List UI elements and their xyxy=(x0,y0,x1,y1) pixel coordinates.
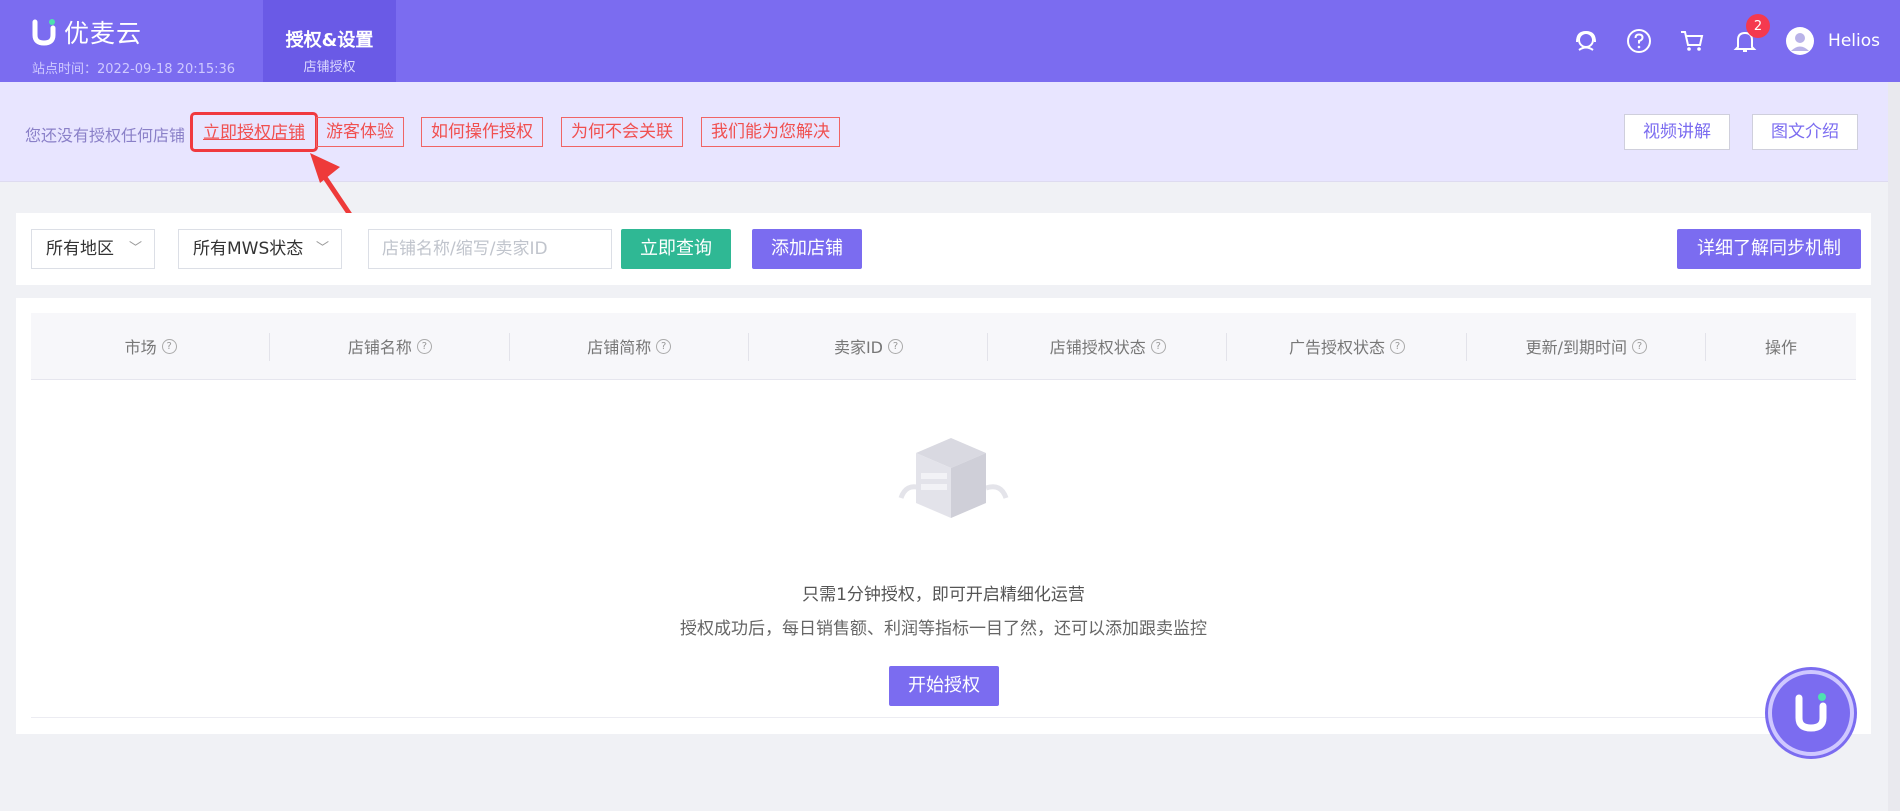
brand-area[interactable]: 优麦云 站点时间：2022-09-18 20:15:36 xyxy=(0,0,263,82)
brand-logo-icon xyxy=(1795,693,1827,732)
bell-icon[interactable]: 2 xyxy=(1732,14,1771,54)
column-ad-auth-status: 广告授权状态? xyxy=(1227,313,1467,379)
help-icon[interactable]: ? xyxy=(1390,338,1406,354)
headset-icon[interactable] xyxy=(1573,28,1599,54)
add-store-button[interactable]: 添加店铺 xyxy=(752,229,862,269)
tab-subtitle: 店铺授权 xyxy=(303,60,356,75)
video-guide-button[interactable]: 视频讲解 xyxy=(1624,114,1730,150)
what-we-solve-link[interactable]: 我们能为您解决 xyxy=(701,117,840,147)
column-store-auth-status: 店铺授权状态? xyxy=(988,313,1228,379)
table-header: 市场? 店铺名称? 店铺简称? 卖家ID? 店铺授权状态? 广告授权状态? 更新… xyxy=(31,313,1856,380)
notification-badge: 2 xyxy=(1746,14,1771,38)
mws-status-select[interactable]: 所有MWS状态 ﹀ xyxy=(178,229,342,269)
help-icon[interactable]: ? xyxy=(656,338,672,354)
user-menu[interactable]: Helios xyxy=(1785,26,1880,56)
mws-select-value: 所有MWS状态 xyxy=(193,239,304,259)
why-no-association-link[interactable]: 为何不会关联 xyxy=(561,117,683,147)
help-icon[interactable]: ? xyxy=(888,338,903,354)
sync-mechanism-button[interactable]: 详细了解同步机制 xyxy=(1677,229,1861,269)
site-time: 站点时间：2022-09-18 20:15:36 xyxy=(32,62,236,77)
how-to-authorize-link[interactable]: 如何操作授权 xyxy=(421,117,543,147)
tab-auth-settings[interactable]: 授权&设置 店铺授权 xyxy=(263,0,396,82)
filter-bar: 所有地区 ﹀ 所有MWS状态 ﹀ 店铺名称/缩写/卖家ID 立即查询 添加店铺 … xyxy=(16,213,1871,285)
cart-icon[interactable] xyxy=(1679,28,1705,54)
store-table: 市场? 店铺名称? 店铺简称? 卖家ID? 店铺授权状态? 广告授权状态? 更新… xyxy=(16,298,1871,734)
avatar-icon xyxy=(1786,27,1815,55)
column-store-name: 店铺名称? xyxy=(270,313,510,379)
column-update-expire-time: 更新/到期时间? xyxy=(1467,313,1707,379)
tab-title: 授权&设置 xyxy=(285,30,374,51)
search-input[interactable]: 店铺名称/缩写/卖家ID xyxy=(368,229,612,269)
username: Helios xyxy=(1828,31,1880,51)
help-icon[interactable]: ? xyxy=(1150,338,1166,354)
notice-text: 您还没有授权任何店铺 xyxy=(25,126,186,145)
table-divider xyxy=(31,717,1856,718)
notice-bar: 您还没有授权任何店铺 立即授权店铺 游客体验 如何操作授权 为何不会关联 我们能… xyxy=(0,82,1900,182)
column-market: 市场? xyxy=(31,313,271,379)
help-icon[interactable] xyxy=(1626,28,1652,54)
top-header: 优麦云 站点时间：2022-09-18 20:15:36 授权&设置 店铺授权 … xyxy=(0,0,1900,82)
page-scrollbar[interactable] xyxy=(1888,82,1900,811)
article-guide-button[interactable]: 图文介绍 xyxy=(1752,114,1858,150)
empty-box-icon xyxy=(898,438,1009,518)
region-select[interactable]: 所有地区 ﹀ xyxy=(31,229,155,269)
floating-assistant-button[interactable] xyxy=(1768,670,1854,756)
column-store-alias: 店铺简称? xyxy=(510,313,750,379)
brand-name: 优麦云 xyxy=(64,19,143,48)
column-seller-id: 卖家ID? xyxy=(749,313,989,379)
brand-logo-icon xyxy=(32,19,56,46)
empty-state-description: 授权成功后，每日销售额、利润等指标一目了然，还可以添加跟卖监控 xyxy=(680,619,1207,639)
help-icon[interactable]: ? xyxy=(161,338,177,354)
query-button[interactable]: 立即查询 xyxy=(621,229,731,269)
empty-state-title: 只需1分钟授权，即可开启精细化运营 xyxy=(802,585,1085,605)
authorize-store-link[interactable]: 立即授权店铺 xyxy=(190,112,318,152)
start-authorization-button[interactable]: 开始授权 xyxy=(889,666,999,706)
region-select-value: 所有地区 xyxy=(46,239,114,259)
help-icon[interactable]: ? xyxy=(1632,338,1648,354)
chevron-down-icon: ﹀ xyxy=(315,241,329,256)
chevron-down-icon: ﹀ xyxy=(128,241,142,256)
help-icon[interactable]: ? xyxy=(416,338,432,354)
guest-experience-link[interactable]: 游客体验 xyxy=(316,117,404,147)
column-actions: 操作 xyxy=(1764,338,1797,357)
